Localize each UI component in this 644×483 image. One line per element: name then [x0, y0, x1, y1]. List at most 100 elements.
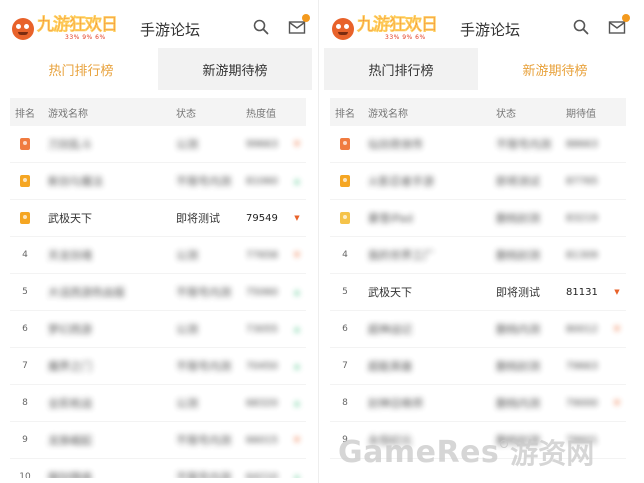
tab-hot-ranking[interactable]: 热门排行榜: [324, 48, 478, 90]
game-name[interactable]: 封神召唤师: [360, 395, 496, 411]
game-value: 83219: [566, 212, 598, 224]
table-row[interactable]: 4 天龙剑魂 公测 77658 ▼: [10, 237, 306, 274]
rank-cell: [330, 138, 360, 150]
trend-cell: ▼: [610, 287, 624, 296]
col-rank: 排名: [335, 108, 355, 120]
table-row[interactable]: 6 梦幻西游 公测 73055 ▲: [10, 311, 306, 348]
mascot-icon: [332, 18, 354, 40]
table-row[interactable]: 仙剑奇侠传 不限号内测 88663: [330, 126, 626, 163]
game-value: 80012: [566, 323, 598, 335]
search-icon[interactable]: [572, 18, 590, 36]
game-status: 不限号内测: [176, 434, 231, 447]
table-row[interactable]: 8 全民枪战 公测 68320 ▲: [10, 385, 306, 422]
mail-icon[interactable]: [288, 14, 310, 36]
rank-number: 5: [22, 287, 28, 297]
table-row[interactable]: 5 武极天下 即将测试 81131 ▼: [330, 274, 626, 311]
col-status: 状态: [496, 108, 516, 120]
game-name[interactable]: 刀剑乱斗: [40, 136, 176, 152]
table-row[interactable]: 火影忍者手游 即将测试 87765: [330, 163, 626, 200]
rank-number: 6: [342, 324, 348, 334]
col-value: 期待值: [566, 108, 596, 120]
col-value: 热度值: [246, 108, 276, 120]
game-name[interactable]: 暴雪iPad: [360, 210, 496, 226]
medal-icon: [340, 175, 350, 187]
game-name[interactable]: 龙族崛起: [40, 432, 176, 448]
table-row[interactable]: 9 龙族崛起 不限号内测 66015 ▼: [10, 422, 306, 459]
game-name[interactable]: 火影忍者手游: [360, 173, 496, 189]
trend-up-icon: ▲: [294, 361, 300, 370]
game-name[interactable]: 天龙剑魂: [40, 247, 176, 263]
table-row[interactable]: 8 封神召唤师 删档内测 79000 ▼: [330, 385, 626, 422]
rank-cell: [10, 212, 40, 224]
ranking-table: 排名 游戏名称 状态 热度值 刀剑乱斗 公测 99663 ▼ 新剑与魔法 不限号内测 81060 ▲…: [4, 90, 312, 478]
game-status: 不限号内测: [176, 175, 231, 188]
game-value: 75060: [246, 286, 278, 298]
medal-icon: [20, 212, 30, 224]
rank-cell: 10: [10, 472, 40, 478]
table-row[interactable]: 10 御剑情缘 不限号内测 64210 ▲: [10, 459, 306, 478]
game-name[interactable]: 魔界之门: [40, 358, 176, 374]
game-status: 即将测试: [176, 212, 220, 225]
rank-number: 9: [22, 435, 28, 445]
trend-down-icon: ▼: [614, 287, 620, 296]
col-game-name: 游戏名称: [368, 108, 408, 120]
game-value: 70450: [246, 360, 278, 372]
tab-new-games[interactable]: 新游期待榜: [478, 48, 632, 90]
jiuyou-logo[interactable]: 九游狂欢日 33% 9% 6%: [332, 12, 444, 46]
game-name[interactable]: 仙剑奇侠传: [360, 136, 496, 152]
game-name[interactable]: 我的世界工厂: [360, 247, 496, 263]
game-value: 79663: [566, 360, 598, 372]
table-row[interactable]: 6 超神战记 删档内测 80012 ▼: [330, 311, 626, 348]
trend-up-icon: ▲: [294, 287, 300, 296]
trend-up-icon: ▲: [294, 324, 300, 333]
game-name[interactable]: 新剑与魔法: [40, 173, 176, 189]
left-screen: 九游狂欢日 33% 9% 6% 手游论坛 热门排行榜 新游期待榜 排名 游戏名称 状态…: [4, 10, 312, 478]
rank-number: 4: [342, 250, 348, 260]
rank-number: 7: [22, 361, 28, 371]
mail-icon[interactable]: [608, 14, 630, 36]
game-value: 79000: [566, 397, 598, 409]
trend-cell: ▲: [290, 177, 304, 185]
game-name[interactable]: 全民枪战: [40, 395, 176, 411]
table-row[interactable]: 新剑与魔法 不限号内测 81060 ▲: [10, 163, 306, 200]
tab-new-games[interactable]: 新游期待榜: [158, 48, 312, 90]
table-row[interactable]: 5 大话西游热血版 不限号内测 75060 ▲: [10, 274, 306, 311]
rank-number: 5: [342, 287, 348, 297]
rank-cell: 7: [330, 361, 360, 371]
game-name[interactable]: 梦幻西游: [40, 321, 176, 337]
trend-cell: ▲: [290, 473, 304, 478]
col-rank: 排名: [15, 108, 35, 120]
game-value: 81309: [566, 249, 598, 261]
notification-dot: [622, 14, 630, 22]
game-name[interactable]: 御剑情缘: [40, 469, 176, 478]
game-status: 公测: [176, 397, 198, 410]
search-icon[interactable]: [252, 18, 270, 36]
table-row[interactable]: 7 魔界之门 不限号内测 70450 ▲: [10, 348, 306, 385]
rank-cell: 5: [10, 287, 40, 297]
jiuyou-logo[interactable]: 九游狂欢日 33% 9% 6%: [12, 12, 124, 46]
game-name[interactable]: 武极天下: [40, 210, 176, 226]
table-row[interactable]: 4 我的世界工厂 删档封测 81309: [330, 237, 626, 274]
game-value: 79549: [246, 212, 278, 224]
game-status: 公测: [176, 323, 198, 336]
trend-down-icon: ▼: [294, 250, 300, 259]
trend-up-icon: ▲: [294, 398, 300, 407]
game-name[interactable]: 超能英雄: [360, 358, 496, 374]
game-value: 88663: [566, 138, 598, 150]
game-name[interactable]: 大话西游热血版: [40, 284, 176, 300]
game-value: 81060: [246, 175, 278, 187]
watermark-latin: GameRes: [338, 434, 500, 470]
table-body: 仙剑奇侠传 不限号内测 88663 火影忍者手游 即将测试 87765 暴雪iPad 删档封测…: [330, 126, 626, 459]
game-name[interactable]: 超神战记: [360, 321, 496, 337]
rank-cell: 8: [10, 398, 40, 408]
table-row[interactable]: 武极天下 即将测试 79549 ▼: [10, 200, 306, 237]
app-header: 九游狂欢日 33% 9% 6% 手游论坛: [324, 10, 632, 48]
rank-cell: 6: [10, 324, 40, 334]
game-name[interactable]: 武极天下: [360, 284, 496, 300]
trend-cell: ▼: [610, 399, 624, 407]
table-row[interactable]: 刀剑乱斗 公测 99663 ▼: [10, 126, 306, 163]
logo-text: 九游狂欢日: [357, 15, 438, 35]
table-row[interactable]: 7 超能英雄 删档封测 79663: [330, 348, 626, 385]
tab-hot-ranking[interactable]: 热门排行榜: [4, 48, 158, 90]
table-row[interactable]: 暴雪iPad 删档封测 83219: [330, 200, 626, 237]
